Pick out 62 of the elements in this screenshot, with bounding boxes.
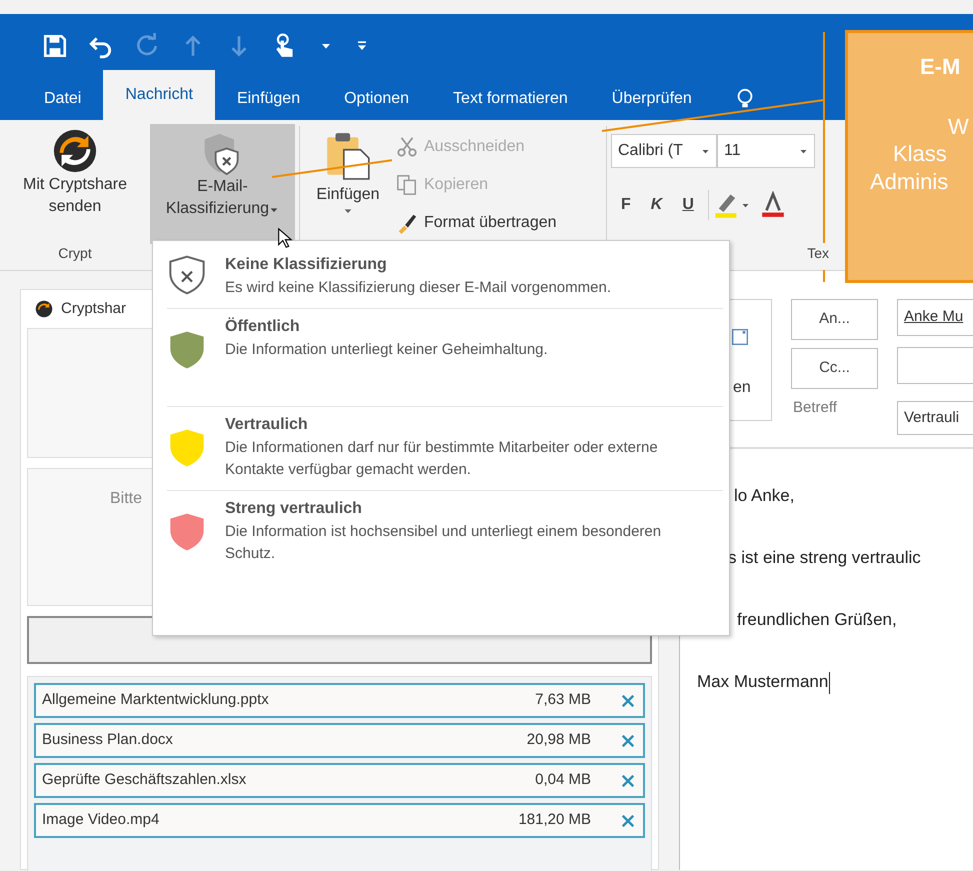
menu-item-title: Öffentlich: [225, 316, 301, 336]
menu-item-description: Die Informationen darf nur für bestimmte Mitarbeiter oder externe Kontakte verfügbar gemacht werden.: [225, 438, 659, 480]
attachment-row[interactable]: Allgemeine Marktentwicklung.pptx 7,63 MB: [34, 683, 645, 718]
ribbon-tab[interactable]: Optionen: [322, 78, 432, 120]
menu-item[interactable]: Öffentlich Die Information unterliegt keiner Geheimhaltung.: [167, 308, 723, 406]
body-text: Max Mustermann: [680, 635, 973, 697]
attachment-row[interactable]: Image Video.mp4 181,20 MB: [34, 803, 645, 838]
callout-text: Adminis: [869, 168, 950, 195]
text-cursor: [829, 672, 830, 694]
ribbon-tab[interactable]: Nachricht: [103, 70, 215, 120]
menu-item[interactable]: Streng vertraulich Die Information ist hochsensibel und unterliegt einem besonderen Schutz.: [167, 490, 723, 574]
cc-field[interactable]: [897, 347, 973, 384]
file-name: Geprüfte Geschäftszahlen.xlsx: [42, 770, 246, 790]
ribbon-tab[interactable]: Datei: [22, 78, 104, 120]
panel-title: Cryptshar: [61, 298, 126, 319]
font-family-field[interactable]: Calibri (T: [611, 134, 717, 168]
menu-item-title: Vertraulich: [225, 414, 309, 434]
menu-item-description: Die Information ist hochsensibel und unterliegt einem besonderen Schutz.: [225, 522, 662, 564]
file-name: Image Video.mp4: [42, 810, 160, 830]
attachment-row[interactable]: Business Plan.docx 20,98 MB: [34, 723, 645, 758]
classification-button[interactable]: E-Mail- Klassifizierung: [150, 124, 295, 244]
attachment-row[interactable]: Geprüfte Geschäftszahlen.xlsx 0,04 MB: [34, 763, 645, 798]
drop-hint: Bitte: [110, 490, 142, 507]
body-text: lo Anke,: [733, 485, 796, 507]
ribbon-tab[interactable]: Überprüfen: [590, 78, 714, 120]
subject-field[interactable]: Vertrauli: [897, 401, 973, 435]
file-name: Business Plan.docx: [42, 730, 173, 750]
scissors-icon: [396, 136, 418, 158]
cryptshare-logo-icon: [35, 300, 53, 318]
copy-icon: [396, 174, 418, 196]
menu-item[interactable]: Keine Klassifizierung Es wird keine Klassifizierung dieser E-Mail vorgenommen.: [167, 247, 723, 308]
save-icon[interactable]: [42, 33, 68, 59]
to-button[interactable]: An...: [791, 299, 878, 340]
subject-label: Betreff: [792, 398, 838, 418]
font-color-icon[interactable]: [760, 191, 786, 219]
menu-item-title: Keine Klassifizierung: [225, 255, 388, 275]
font-size-field[interactable]: 11: [717, 134, 815, 168]
paintbrush-icon: [396, 212, 418, 234]
to-field[interactable]: Anke Mu: [897, 299, 973, 336]
callout-text: W: [947, 112, 970, 140]
ribbon-tab[interactable]: Text formatieren: [431, 78, 590, 120]
file-size: 20,98 MB: [526, 730, 591, 750]
file-size: 7,63 MB: [535, 690, 591, 710]
callout-text: E-M: [919, 53, 962, 80]
underline-button[interactable]: U: [672, 193, 704, 217]
menu-item-description: Die Information unterliegt keiner Geheimhaltung.: [225, 340, 549, 360]
send-icon: [732, 326, 748, 348]
file-name: Allgemeine Marktentwicklung.pptx: [42, 690, 269, 710]
bold-button[interactable]: F: [611, 193, 641, 217]
menu-item[interactable]: Vertraulich Die Informationen darf nur für bestimmte Mitarbeiter oder externe Kontakte verfügbar gemacht werden.: [167, 406, 723, 490]
cryptshare-logo-icon: [52, 128, 98, 174]
body-text: freundlichen Grüßen,: [736, 609, 898, 631]
callout-text: Klass: [892, 140, 948, 168]
file-size: 0,04 MB: [535, 770, 591, 790]
file-size: 181,20 MB: [518, 810, 591, 830]
shield-icon: [167, 253, 207, 297]
italic-button[interactable]: K: [640, 193, 672, 217]
cc-button[interactable]: Cc...: [791, 348, 878, 389]
menu-item-description: Es wird keine Klassifizierung dieser E-Mail vorgenommen.: [225, 278, 612, 298]
cryptshare-send-button[interactable]: Mit Cryptshare senden: [0, 120, 150, 223]
menu-item-title: Streng vertraulich: [225, 498, 363, 518]
ribbon-tab[interactable]: Einfügen: [214, 78, 322, 120]
